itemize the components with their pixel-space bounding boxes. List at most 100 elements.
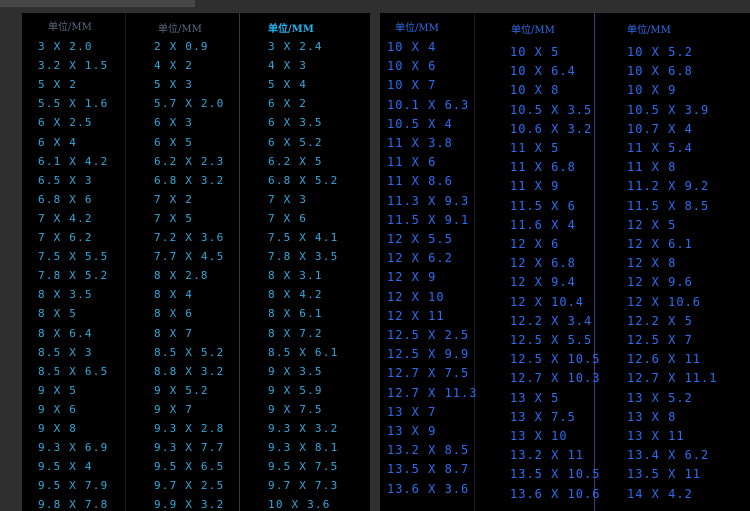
size-cell: 12 X 10.6 [627,294,702,309]
column-header: 单位/MM [268,24,314,35]
size-cell: 6 X 5.2 [268,135,323,149]
size-cell: 8.8 X 3.2 [154,364,225,378]
size-cell: 10 X 9 [627,83,677,98]
size-cell: 12.2 X 3.4 [510,313,593,328]
size-cell: 6.2 X 2.3 [154,154,225,168]
size-cell: 11.5 X 8.5 [627,198,710,213]
size-cell: 12.2 X 5 [627,313,693,328]
size-cell: 12.5 X 10.5 [510,352,601,367]
size-cell: 7.2 X 3.6 [154,231,225,244]
size-cell: 7 X 6 [268,211,308,225]
size-cell: 8 X 2.8 [154,269,209,283]
size-cell: 12.7 X 7.5 [387,366,470,381]
size-cell: 9 X 6 [38,402,78,416]
column-header: 单位/MM [627,25,671,36]
size-cell: 13 X 7.5 [510,409,576,424]
size-cell: 12.5 X 9.9 [387,347,470,362]
size-cell: 3.2 X 1.5 [38,59,109,73]
size-cell: 12.7 X 10.3 [510,371,601,386]
size-cell: 9.7 X 7.3 [268,479,339,493]
size-cell: 3 X 2.4 [268,40,323,53]
size-cell: 13 X 9 [387,424,437,438]
size-cell: 13.5 X 11 [627,467,702,482]
size-cell: 9 X 8 [38,422,78,435]
size-cell: 13 X 10 [510,429,568,443]
size-cell: 12 X 9 [387,270,437,285]
column-header: 单位/MM [511,25,555,36]
size-cell: 10 X 7 [387,78,437,93]
size-cell: 9 X 7.5 [268,402,323,416]
size-cell: 10.7 X 4 [627,121,693,136]
size-cell: 5.7 X 2.0 [154,97,225,111]
size-cell: 9.3 X 6.9 [38,441,109,455]
column-divider [594,13,595,511]
size-cell: 13 X 8 [627,409,677,424]
toolbar-notch [183,0,195,7]
size-cell: 11 X 6.8 [510,160,576,175]
size-cell: 10.5 X 3.5 [510,102,593,117]
size-cell: 8.5 X 6.5 [38,364,109,378]
size-cell: 9.5 X 7.9 [38,479,109,493]
size-cell: 11 X 6 [387,155,437,170]
size-cell: 6.8 X 6 [38,192,93,206]
size-cell: 7 X 3 [268,192,308,206]
size-cell: 6 X 2.5 [38,116,93,130]
size-cell: 8 X 3.5 [38,288,93,302]
size-cell: 8 X 7 [154,326,194,340]
size-cell: 9.5 X 4 [38,460,93,474]
size-cell: 10 X 4 [387,40,437,54]
size-cell: 11 X 5 [510,141,560,155]
size-cell: 7 X 6.2 [38,231,93,244]
size-cell: 8 X 6.1 [268,307,323,321]
column-divider [125,13,126,511]
size-cell: 5 X 2 [38,78,78,92]
size-cell: 9.5 X 6.5 [154,460,225,474]
size-cell: 13.6 X 10.6 [510,486,601,501]
size-cell: 7.5 X 5.5 [38,250,109,264]
size-cell: 10.5 X 4 [387,116,453,131]
size-cell: 8 X 6.4 [38,326,93,340]
size-cell: 11 X 5.4 [627,141,693,155]
size-cell: 8.5 X 6.1 [268,345,339,359]
size-cell: 13.5 X 8.7 [387,462,470,477]
size-cell: 11.2 X 9.2 [627,179,710,194]
size-cell: 12.7 X 11.3 [387,385,478,400]
size-cell: 11 X 8.6 [387,174,453,189]
size-cell: 4 X 2 [154,59,194,73]
size-cell: 7.8 X 5.2 [38,269,109,283]
size-cell: 11.5 X 9.1 [387,212,470,227]
size-cell: 8 X 3.1 [268,269,323,283]
size-cell: 10 X 6 [387,59,437,74]
size-cell: 5.5 X 1.6 [38,97,109,111]
size-cell: 10 X 3.6 [268,498,331,511]
size-cell: 13.2 X 11 [510,448,585,463]
size-cell: 7 X 2 [154,192,194,206]
size-cell: 8 X 4.2 [268,288,323,302]
size-cell: 6 X 3.5 [268,116,323,130]
size-cell: 10.6 X 3.2 [510,121,593,136]
size-cell: 10 X 6.4 [510,64,576,79]
size-cell: 7.7 X 4.5 [154,250,225,264]
size-cell: 8.5 X 3 [38,345,93,359]
size-cell: 12 X 9.4 [510,275,576,290]
size-table-left: 单位/MM 3 X 2.0 3.2 X 1.5 5 X 2 5.5 X 1.6 6 X 2… [22,13,370,511]
size-cell: 13.5 X 10.5 [510,467,601,482]
size-cell: 12 X 9.6 [627,275,693,290]
size-cell: 12 X 6.2 [387,251,453,266]
size-cell: 12.5 X 2.5 [387,328,470,342]
size-cell: 9.5 X 7.5 [268,460,339,474]
size-cell: 6.2 X 5 [268,154,323,168]
size-cell: 9 X 7 [154,402,194,416]
size-cell: 12 X 11 [387,308,445,323]
size-cell: 8 X 7.2 [268,326,323,340]
size-cell: 9.3 X 8.1 [268,441,339,455]
size-cell: 8 X 5 [38,307,78,321]
size-cell: 9.8 X 7.8 [38,498,109,511]
size-cell: 13 X 7 [387,404,437,419]
size-cell: 13.2 X 8.5 [387,443,470,458]
size-cell: 12 X 6.8 [510,256,576,271]
size-cell: 8 X 4 [154,288,194,302]
size-cell: 12 X 6 [510,237,560,251]
size-cell: 9.3 X 3.2 [268,422,339,435]
size-cell: 14 X 4.2 [627,486,693,501]
